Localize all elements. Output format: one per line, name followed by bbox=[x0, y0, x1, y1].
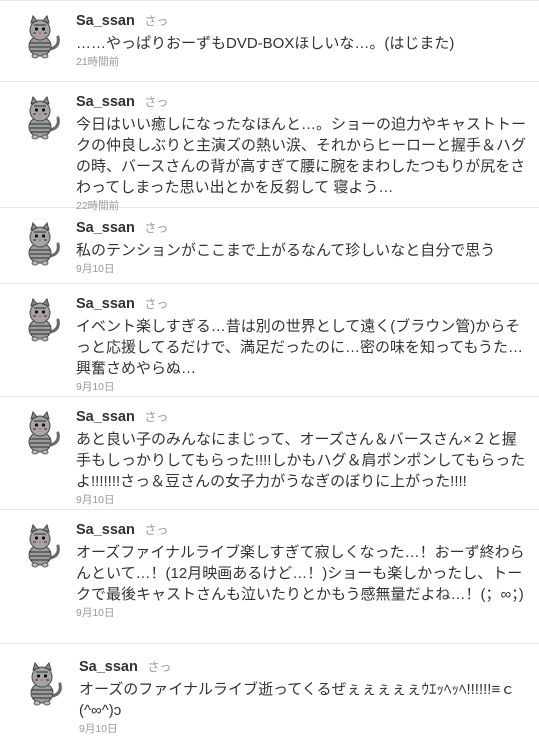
tweet-item[interactable]: Sa_ssan さっ オーズファイナルライブ楽しすぎて寂しくなった…！おーず終わ… bbox=[0, 510, 539, 644]
tweet-timestamp[interactable]: 9月10日 bbox=[76, 493, 527, 507]
tweet-item[interactable]: Sa_ssan さっ ……やっぱりおーずもDVD-BOXほしいな…。(はじまた)… bbox=[0, 1, 539, 82]
tweet-timestamp[interactable]: 21時間前 bbox=[76, 55, 527, 69]
cat-avatar-icon[interactable] bbox=[16, 94, 64, 142]
tweet-user-name: さっ bbox=[144, 95, 169, 109]
tweet-text: オーズのファイナルライブ逝ってくるぜぇぇぇぇぇｳｴｯﾍｯﾍ!!!!!!≡ｃ(^∞… bbox=[79, 681, 516, 719]
tweet-text: ……やっぱりおーずもDVD-BOXほしいな…。(はじまた) bbox=[76, 35, 455, 52]
tweet-item[interactable]: Sa_ssan さっ 私のテンションがここまで上がるなんて珍しいなと自分で思う … bbox=[0, 208, 539, 284]
tweet-item[interactable]: Sa_ssan さっ あと良い子のみんなにまじって、オーズさん＆バースさん×２と… bbox=[0, 397, 539, 510]
cat-avatar-icon[interactable] bbox=[18, 660, 66, 708]
tweet-user-name: さっ bbox=[144, 14, 169, 28]
tweet-screen-name[interactable]: Sa_ssan bbox=[76, 13, 135, 29]
cat-avatar-icon[interactable] bbox=[16, 409, 64, 457]
tweet-timestamp[interactable]: 9月10日 bbox=[76, 262, 527, 276]
cat-avatar-icon[interactable] bbox=[16, 220, 64, 268]
tweet-user-name: さっ bbox=[147, 660, 172, 674]
tweet-item[interactable]: Sa_ssan さっ イベント楽しすぎる…昔は別の世界として遠く(ブラウン管)か… bbox=[0, 284, 539, 397]
tweet-user-name: さっ bbox=[144, 410, 169, 424]
tweet-item[interactable]: Sa_ssan さっ オーズのファイナルライブ逝ってくるぜぇぇぇぇぇｳｴｯﾍｯﾍ… bbox=[0, 644, 539, 737]
cat-avatar-icon[interactable] bbox=[16, 522, 64, 570]
tweet-screen-name[interactable]: Sa_ssan bbox=[76, 296, 135, 312]
tweet-screen-name[interactable]: Sa_ssan bbox=[76, 409, 135, 425]
tweet-timestamp[interactable]: 9月10日 bbox=[76, 606, 527, 620]
tweet-text: 今日はいい癒しになったなほんと…。ショーの迫力やキャストトークの仲良しぶりと主演… bbox=[76, 116, 527, 196]
tweet-screen-name[interactable]: Sa_ssan bbox=[79, 659, 138, 675]
tweet-text: イベント楽しすぎる…昔は別の世界として遠く(ブラウン管)からそっと応援してるだけ… bbox=[76, 318, 524, 377]
tweet-timestamp[interactable]: 9月10日 bbox=[76, 380, 527, 394]
tweet-text: 私のテンションがここまで上がるなんて珍しいなと自分で思う bbox=[76, 242, 496, 259]
cat-avatar-icon[interactable] bbox=[16, 13, 64, 61]
tweet-text: オーズファイナルライブ楽しすぎて寂しくなった…！おーず終わらんといて…！(12月… bbox=[76, 544, 525, 603]
tweet-user-name: さっ bbox=[144, 221, 169, 235]
tweet-item[interactable]: Sa_ssan さっ 今日はいい癒しになったなほんと…。ショーの迫力やキャストト… bbox=[0, 82, 539, 212]
tweet-screen-name[interactable]: Sa_ssan bbox=[76, 522, 135, 538]
tweet-timeline: Sa_ssan さっ ……やっぱりおーずもDVD-BOXほしいな…。(はじまた)… bbox=[0, 0, 539, 737]
tweet-user-name: さっ bbox=[144, 523, 169, 537]
cat-avatar-icon[interactable] bbox=[16, 296, 64, 344]
tweet-screen-name[interactable]: Sa_ssan bbox=[76, 220, 135, 236]
tweet-screen-name[interactable]: Sa_ssan bbox=[76, 94, 135, 110]
tweet-timestamp[interactable]: 9月10日 bbox=[79, 722, 527, 736]
tweet-user-name: さっ bbox=[144, 297, 169, 311]
tweet-text: あと良い子のみんなにまじって、オーズさん＆バースさん×２と握手もしっかりしてもら… bbox=[76, 431, 526, 490]
